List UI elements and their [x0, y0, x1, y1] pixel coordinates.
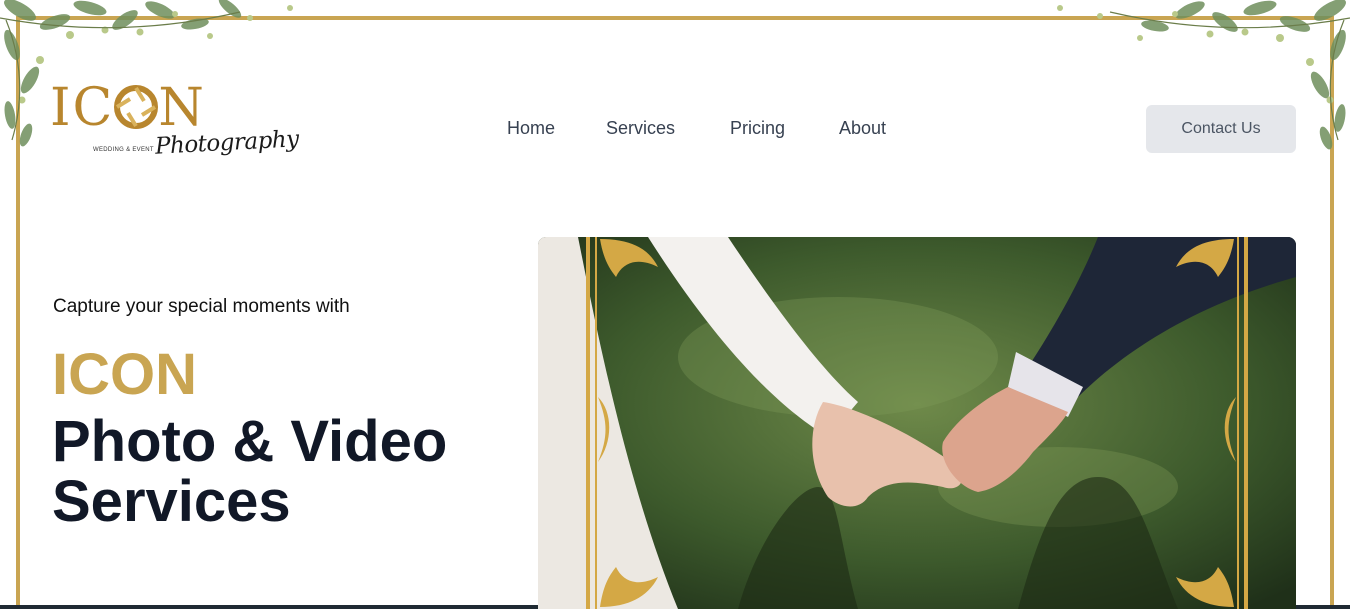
- logo-wordmark-right: N: [158, 78, 206, 138]
- nav-link-pricing[interactable]: Pricing: [730, 118, 785, 139]
- nav-link-about[interactable]: About: [839, 118, 886, 139]
- aperture-icon: [114, 85, 159, 129]
- logo-wordmark: IC N: [50, 78, 206, 138]
- hero-title: Photo & Video Services: [52, 412, 447, 532]
- hero-intro: Capture your special moments with: [53, 296, 350, 317]
- hero-photo: [538, 237, 1296, 609]
- logo-subtitle: WEDDING & EVENT: [93, 147, 154, 153]
- contact-us-button[interactable]: Contact Us: [1146, 105, 1296, 153]
- brand-logo[interactable]: IC N WEDDING & EVENT Photography: [50, 78, 299, 178]
- hero-title-line1: Photo & Video: [52, 409, 448, 474]
- nav-link-services[interactable]: Services: [606, 118, 675, 139]
- logo-wordmark-left: IC: [50, 78, 115, 138]
- hero-title-line2: Services: [52, 469, 291, 534]
- nav-link-home[interactable]: Home: [507, 118, 555, 139]
- hero-brand: ICON: [52, 342, 197, 407]
